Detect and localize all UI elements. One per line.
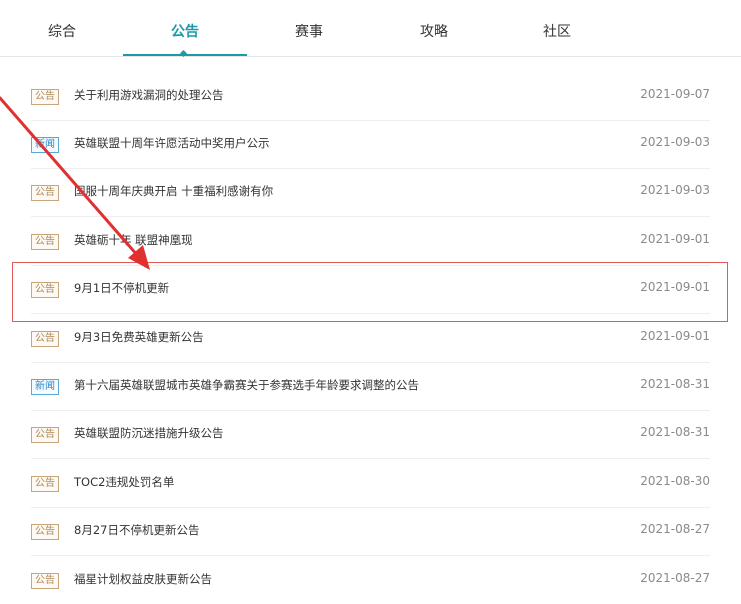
tab-community[interactable]: 社区 <box>535 0 579 56</box>
category-badge: 公告 <box>31 573 59 589</box>
category-badge: 公告 <box>31 331 59 347</box>
category-badge: 公告 <box>31 89 59 105</box>
list-item[interactable]: 公告 9月1日不停机更新 2021-09-01 <box>31 265 710 314</box>
item-date: 2021-08-27 <box>640 522 710 536</box>
item-date: 2021-08-31 <box>640 425 710 439</box>
category-badge: 公告 <box>31 524 59 540</box>
item-date: 2021-09-03 <box>640 183 710 197</box>
item-title[interactable]: 关于利用游戏漏洞的处理公告 <box>74 87 224 103</box>
item-title[interactable]: TOC2违规处罚名单 <box>74 474 174 490</box>
item-title[interactable]: 福星计划权益皮肤更新公告 <box>74 571 212 587</box>
item-title[interactable]: 英雄联盟十周年许愿活动中奖用户公示 <box>74 135 270 151</box>
item-title[interactable]: 9月3日免费英雄更新公告 <box>74 329 204 345</box>
item-date: 2021-09-01 <box>640 232 710 246</box>
list-item[interactable]: 新闻 英雄联盟十周年许愿活动中奖用户公示 2021-09-03 <box>31 120 710 169</box>
item-title[interactable]: 9月1日不停机更新 <box>74 280 169 296</box>
tab-general[interactable]: 综合 <box>40 0 84 56</box>
list-item[interactable]: 公告 TOC2违规处罚名单 2021-08-30 <box>31 459 710 508</box>
category-badge: 公告 <box>31 476 59 492</box>
list-item[interactable]: 公告 8月27日不停机更新公告 2021-08-27 <box>31 507 710 556</box>
item-title[interactable]: 8月27日不停机更新公告 <box>74 522 199 538</box>
item-title[interactable]: 国服十周年庆典开启 十重福利感谢有你 <box>74 183 273 199</box>
list-item[interactable]: 公告 英雄联盟防沉迷措施升级公告 2021-08-31 <box>31 410 710 459</box>
item-date: 2021-09-01 <box>640 329 710 343</box>
item-title[interactable]: 英雄联盟防沉迷措施升级公告 <box>74 425 224 441</box>
category-tabs: 综合 公告 赛事 攻略 社区 <box>0 0 741 58</box>
item-date: 2021-08-27 <box>640 571 710 585</box>
item-date: 2021-09-01 <box>640 280 710 294</box>
list-item[interactable]: 公告 关于利用游戏漏洞的处理公告 2021-09-07 <box>31 72 710 121</box>
category-badge: 公告 <box>31 185 59 201</box>
category-badge: 新闻 <box>31 379 59 395</box>
list-item[interactable]: 公告 9月3日免费英雄更新公告 2021-09-01 <box>31 314 710 363</box>
item-date: 2021-08-31 <box>640 377 710 391</box>
tab-events[interactable]: 赛事 <box>287 0 331 56</box>
category-badge: 新闻 <box>31 137 59 153</box>
item-title[interactable]: 第十六届英雄联盟城市英雄争霸赛关于参赛选手年龄要求调整的公告 <box>74 377 419 393</box>
category-badge: 公告 <box>31 282 59 298</box>
category-badge: 公告 <box>31 427 59 443</box>
list-item[interactable]: 新闻 第十六届英雄联盟城市英雄争霸赛关于参赛选手年龄要求调整的公告 2021-0… <box>31 362 710 411</box>
item-date: 2021-08-30 <box>640 474 710 488</box>
list-item[interactable]: 公告 国服十周年庆典开启 十重福利感谢有你 2021-09-03 <box>31 168 710 217</box>
tab-notice[interactable]: 公告 <box>163 0 207 56</box>
item-date: 2021-09-03 <box>640 135 710 149</box>
item-title[interactable]: 英雄砺十年 联盟神凰现 <box>74 232 193 248</box>
list-item[interactable]: 公告 英雄砺十年 联盟神凰现 2021-09-01 <box>31 217 710 266</box>
tab-guides[interactable]: 攻略 <box>412 0 456 56</box>
item-date: 2021-09-07 <box>640 87 710 101</box>
list-item[interactable]: 公告 福星计划权益皮肤更新公告 2021-08-27 <box>31 556 710 604</box>
category-badge: 公告 <box>31 234 59 250</box>
